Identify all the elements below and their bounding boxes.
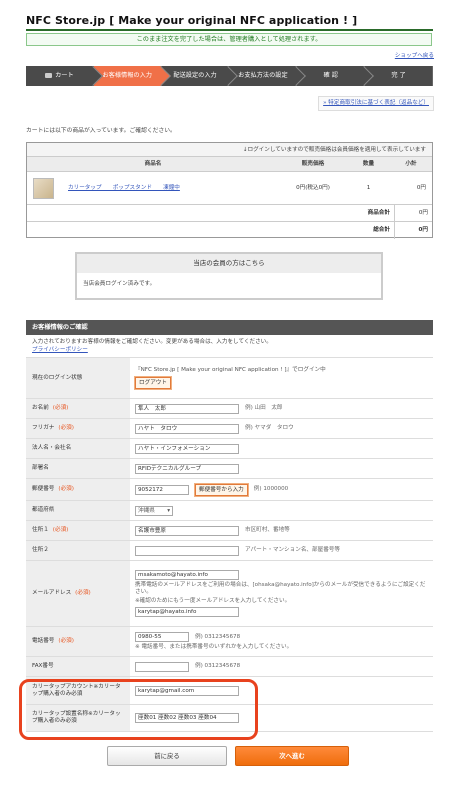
zip-row: 郵便番号 (必須) 9052172 郵便番号から入力 例) 1000000 xyxy=(26,478,433,500)
login-status-text: 『NFC Store.jp [ Make your original NFC a… xyxy=(135,367,326,373)
back-button[interactable]: 前に戻る xyxy=(107,746,227,766)
step-payment: お支払方法の設定 xyxy=(229,66,307,86)
tel-input[interactable]: 0980-55 xyxy=(135,632,189,642)
name-input[interactable]: 隼人 太郎 xyxy=(135,403,239,414)
step-customer-info: お客様情報の入力 xyxy=(93,66,171,86)
fax-input[interactable] xyxy=(135,661,189,672)
step-cart: カート xyxy=(26,66,103,86)
company-row: 法人名・会社名 ハヤト・インフォメーション xyxy=(26,438,433,458)
mail-confirm-note: ※確認のためにもう一度メールアドレスを入力してください。 xyxy=(135,597,291,604)
header-subtotal: 小計 xyxy=(405,161,417,167)
karytap-station-input[interactable]: 座数01 座数02 座数03 座数04 xyxy=(135,713,239,723)
dept-input[interactable]: RFIDテクニカルグループ xyxy=(135,463,239,474)
admin-notice: このまま注文を完了した場合は、管理者購入として処理されます。 xyxy=(26,33,432,46)
privacy-policy-link[interactable]: プライバシーポリシー xyxy=(32,347,88,353)
pref-row: 都道府県 沖縄県 ▾ xyxy=(26,500,433,520)
product-link[interactable]: カリータップ ポップスタンド 凍鐘中 xyxy=(68,185,180,192)
mail-row: メールアドレス (必須) msakamoto@hayato.info 携帯電話のメ… xyxy=(26,560,433,626)
member-login-status: 当店会員ログイン済みです。 xyxy=(83,281,156,287)
member-box-title: 当店の会員の方はこちら xyxy=(77,254,381,273)
back-to-shop-link[interactable]: ショップへ戻る xyxy=(395,53,434,60)
next-button[interactable]: 次へ進む xyxy=(235,746,349,766)
zip-lookup-button[interactable]: 郵便番号から入力 xyxy=(194,482,249,497)
step-complete: 完 了 xyxy=(365,66,433,86)
checkout-steps: カート お客様情報の入力 配送設定の入力 お支払方法の設定 確 認 完 了 xyxy=(26,66,433,86)
karytap-account-row: カリータップアカウント※カリータップ購入者のみ必須 karytap@gmail.… xyxy=(26,676,433,704)
company-input[interactable]: ハヤト・インフォメーション xyxy=(135,443,239,454)
header-price: 販売価格 xyxy=(301,161,325,167)
product-total-row: 商品合計 0円 xyxy=(27,205,432,222)
kana-row: フリガナ (必須) ハヤト タロウ 例) ヤマダ タロウ xyxy=(26,418,433,438)
cart-table: ↓ログインしていますので販売価格は会員価格を適用して表示しています 商品名 販売… xyxy=(26,142,433,239)
form-intro-text: 入力されておりますお客様の情報をご確認ください。変更がある場合は、入力をしてくだ… xyxy=(32,339,272,345)
item-price: 0円(税込0円) xyxy=(296,184,330,191)
product-thumbnail xyxy=(33,177,54,199)
cart-header: 商品名 販売価格 数量 小計 xyxy=(27,157,432,172)
item-subtotal: 0円 xyxy=(416,184,426,191)
cart-icon xyxy=(45,72,53,78)
tel-row: 電話番号 (必須) 0980-55 例) 0312345678 ※ 電話番号、また… xyxy=(26,626,433,656)
email-confirm-field[interactable]: karytap@hayato.info xyxy=(135,606,239,617)
mobile-mail-note: 携帯電話のメールアドレスをご利用の場合は、[ohsaka@hayato.info… xyxy=(135,582,426,595)
site-title: NFC Store.jp [ Make your original NFC ap… xyxy=(26,14,358,27)
table-row: カリータップ ポップスタンド 凍鐘中 0円(税込0円) 1 0円 xyxy=(27,172,432,205)
member-price-note: ↓ログインしていますので販売価格は会員価格を適用して表示しています xyxy=(27,143,432,157)
member-login-box: 当店の会員の方はこちら 当店会員ログイン済みです。 xyxy=(75,252,383,300)
name-row: お名前 (必須) 隼人 太郎 例) 山田 太郎 xyxy=(26,398,433,418)
grand-total-row: 総合計 0円 xyxy=(27,222,432,239)
login-status-row: 現在のログイン状態 『NFC Store.jp [ Make your orig… xyxy=(26,357,433,398)
product-total: 0円 xyxy=(418,210,428,216)
kana-input[interactable]: ハヤト タロウ xyxy=(135,423,239,434)
pref-select[interactable]: 沖縄県 ▾ xyxy=(135,505,173,516)
header-qty: 数量 xyxy=(362,161,375,167)
karytap-station-row: カリータップ設置名称※カリータップ購入者のみ必須 座数01 座数02 座数03 … xyxy=(26,704,433,732)
step-shipping: 配送設定の入力 xyxy=(161,66,239,86)
dept-row: 部署名 RFIDテクニカルグループ xyxy=(26,458,433,478)
logout-button[interactable]: ログアウト xyxy=(134,375,172,390)
header-product: 商品名 xyxy=(144,161,162,167)
email-field[interactable]: msakamoto@hayato.info xyxy=(135,570,239,581)
karytap-account-input[interactable]: karytap@gmail.com xyxy=(135,685,239,696)
form-title: お客様情報のご確認 xyxy=(26,320,433,335)
addr1-row: 住所１ (必須) 名護市豊原 市区町村、番地等 xyxy=(26,520,433,540)
fax-row: FAX番号 例) 0312345678 xyxy=(26,656,433,676)
customer-info-form: お客様情報のご確認 入力されておりますお客様の情報をご確認ください。変更がある場… xyxy=(26,320,433,732)
title-divider xyxy=(26,29,433,31)
commerce-law-link[interactable]: » 特定商取引法に基づく表記（返品など） xyxy=(318,96,434,111)
addr2-input[interactable] xyxy=(135,545,239,556)
item-qty: 1 xyxy=(366,184,371,191)
zip-input[interactable]: 9052172 xyxy=(135,484,189,495)
cart-intro: カートには以下の商品が入っています。ご確認ください。 xyxy=(26,128,176,134)
step-confirm: 確 認 xyxy=(297,66,375,86)
chevron-down-icon: ▾ xyxy=(167,507,170,514)
grand-total: 0円 xyxy=(418,227,429,233)
addr2-row: 住所２ アパート・マンション名、部屋番号等 xyxy=(26,540,433,560)
addr1-input[interactable]: 名護市豊原 xyxy=(135,525,239,536)
